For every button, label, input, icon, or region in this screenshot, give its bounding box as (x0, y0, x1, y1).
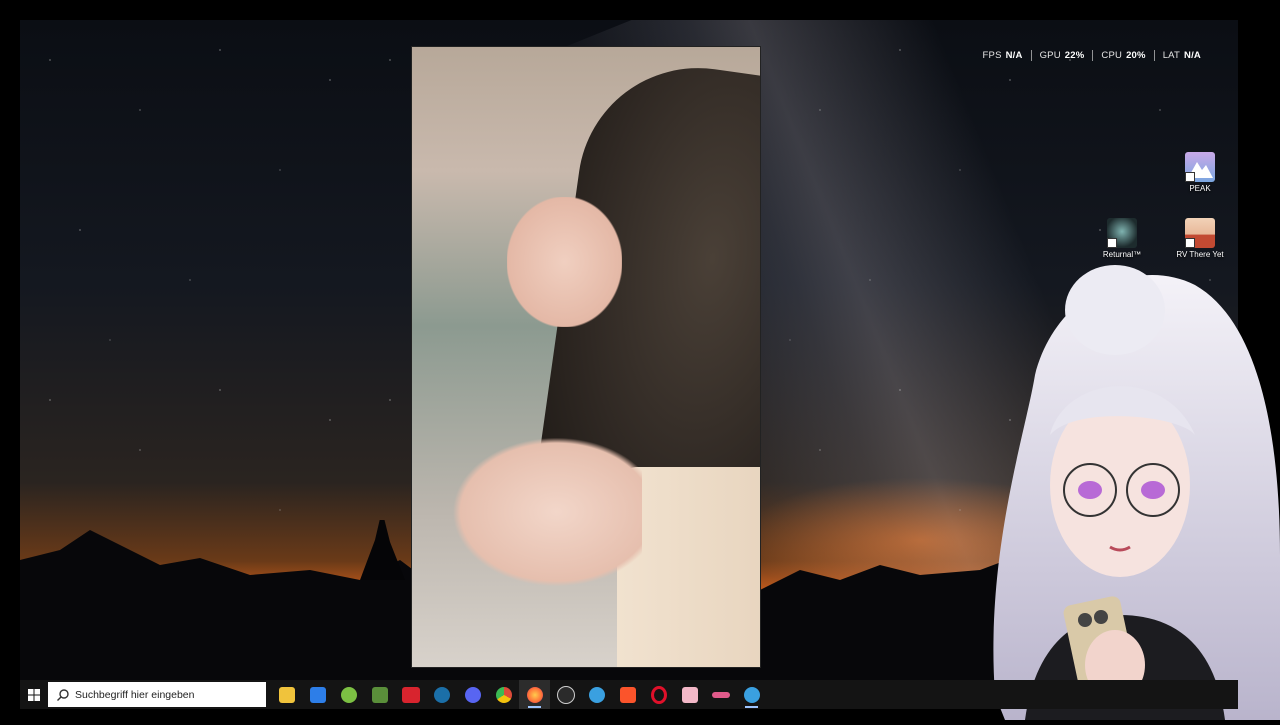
search-placeholder: Suchbegriff hier eingeben (75, 688, 195, 701)
taskbar-app-sync[interactable] (581, 680, 612, 709)
taskbar-app-brave[interactable] (612, 680, 643, 709)
taskbar-app-discord[interactable] (457, 680, 488, 709)
taskbar-app-steam[interactable] (426, 680, 457, 709)
discord-icon (464, 686, 481, 703)
taskbar-app-file-explorer[interactable] (271, 680, 302, 709)
photo-icon (681, 686, 698, 703)
minecraft-icon (371, 686, 388, 703)
taskbar-app-chrome[interactable] (488, 680, 519, 709)
cpu-value: 20% (1126, 50, 1146, 61)
taskbar-app-android[interactable] (333, 680, 364, 709)
lat-label: LAT (1162, 50, 1181, 61)
lat-readout: LAT N/A (1155, 50, 1201, 61)
video-content-hand (452, 437, 642, 587)
performance-overlay: FPS N/A GPU 22% CPU 20% LAT N/A (975, 50, 1201, 61)
taskbar-app-opera[interactable] (643, 680, 674, 709)
vtuber-avatar (965, 255, 1280, 720)
gpu-value: 22% (1064, 50, 1085, 61)
android-icon (340, 686, 357, 703)
desktop-icon-returnal[interactable]: Returnal™ (1090, 218, 1154, 259)
gpu-label: GPU (1039, 50, 1061, 61)
steam-icon (743, 686, 760, 703)
meister-icon (401, 686, 420, 703)
desktop-icon-label: PEAK (1189, 184, 1211, 193)
sync-icon (588, 686, 605, 703)
folder-icon (278, 686, 295, 703)
fps-label: FPS (982, 50, 1002, 61)
taskbar: Suchbegriff hier eingeben (20, 680, 1238, 709)
chrome-icon (495, 686, 512, 703)
firefox-icon (526, 686, 543, 703)
search-icon (57, 688, 69, 701)
fps-value: N/A (1005, 50, 1023, 61)
windows-logo-icon (28, 688, 40, 701)
store-icon (309, 686, 326, 703)
taskbar-app-photo[interactable] (674, 680, 705, 709)
rv-there-yet-game-icon (1185, 218, 1215, 248)
lat-value: N/A (1184, 50, 1201, 61)
taskbar-app-firefox[interactable] (519, 680, 550, 709)
gpu-readout: GPU 22% (1032, 50, 1094, 61)
taskbar-app-steam-2[interactable] (736, 680, 767, 709)
taskbar-app-speedometer[interactable] (550, 680, 581, 709)
cpu-label: CPU (1101, 50, 1123, 61)
opera-icon (650, 685, 667, 704)
taskbar-app-store[interactable] (302, 680, 333, 709)
returnal-game-icon (1107, 218, 1137, 248)
taskbar-app-minecraft[interactable] (364, 680, 395, 709)
cpu-readout: CPU 20% (1093, 50, 1155, 61)
fps-readout: FPS N/A (975, 50, 1032, 61)
video-content-hand (507, 197, 622, 327)
desktop-icon-peak[interactable]: PEAK (1168, 152, 1232, 193)
taskbar-search-box[interactable]: Suchbegriff hier eingeben (48, 682, 266, 707)
taskbar-app-meister[interactable] (395, 680, 426, 709)
start-button[interactable] (23, 684, 45, 706)
video-player-window[interactable] (411, 46, 761, 668)
speedometer-icon (556, 685, 575, 704)
taskbar-apps (271, 680, 767, 709)
desktop-icon-rv-there-yet[interactable]: RV There Yet (1168, 218, 1232, 259)
brave-icon (619, 686, 636, 703)
steam-icon (433, 686, 450, 703)
peak-game-icon (1185, 152, 1215, 182)
pink-app-icon (711, 691, 730, 698)
taskbar-app-pink[interactable] (705, 680, 736, 709)
